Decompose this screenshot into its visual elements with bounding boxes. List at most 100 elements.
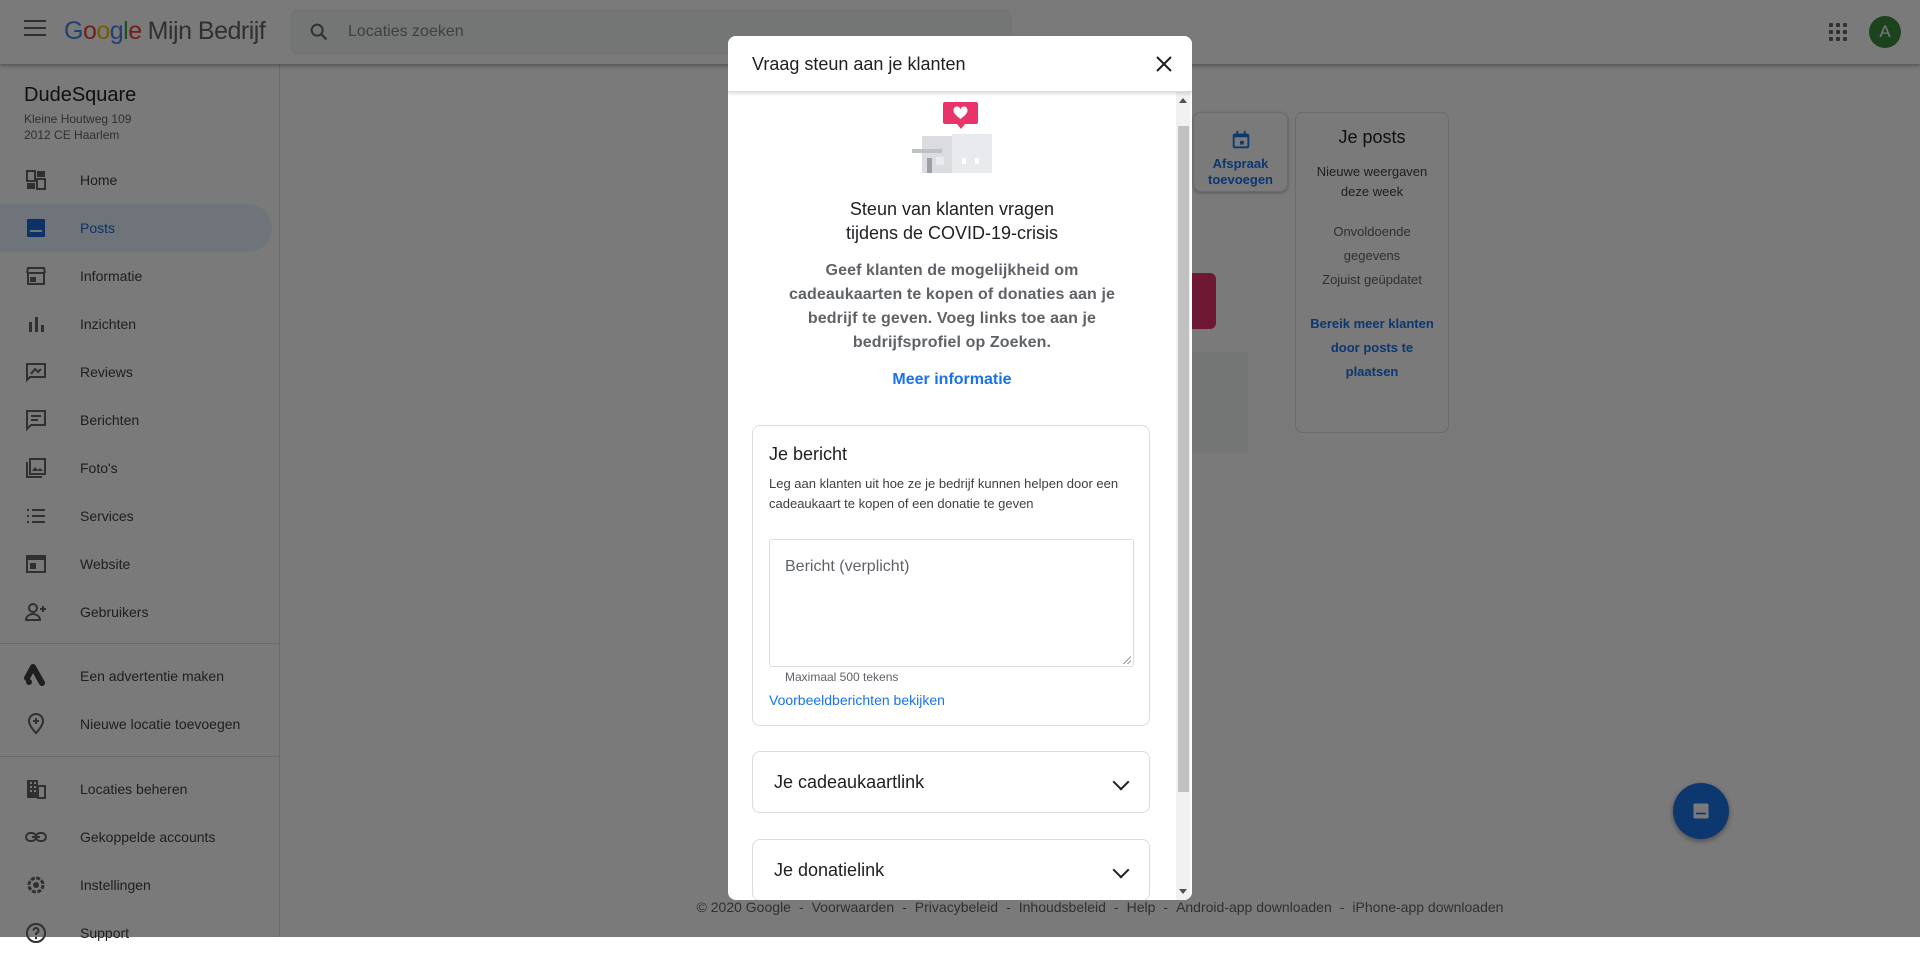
sidebar-item-label: Locaties beheren <box>80 781 188 797</box>
search-icon <box>310 23 328 41</box>
sidebar-item-een-advertentie-maken[interactable]: Een advertentie maken <box>0 652 272 700</box>
posts-card-updated: Zojuist geüpdatet <box>1322 272 1422 287</box>
posts-card-cta-link[interactable]: Bereik meer klanten door posts te plaats… <box>1306 312 1438 384</box>
posts-card-metric: Nieuwe weergaven deze week <box>1316 164 1428 199</box>
footer-link[interactable]: iPhone-app downloaden <box>1352 899 1503 915</box>
giftcard-link-section[interactable]: Je cadeaukaartlink <box>752 751 1150 813</box>
dialog-description: Geef klanten de mogelijkheid om cadeauka… <box>789 262 1115 351</box>
dialog-title: Vraag steun aan je klanten <box>752 54 966 74</box>
help-icon <box>26 923 46 943</box>
storefront-icon <box>26 267 46 285</box>
apps-grid-icon[interactable] <box>1829 23 1847 41</box>
sidebar-item-label: Support <box>80 925 130 941</box>
sidebar-item-label: Informatie <box>80 268 143 284</box>
buildings-icon <box>27 780 46 799</box>
message-card-description: Leg aan klanten uit hoe ze je bedrijf ku… <box>769 476 1119 511</box>
logo[interactable]: Google Mijn Bedrijf <box>64 17 266 46</box>
scroll-down-icon[interactable] <box>1179 889 1187 894</box>
footer-separator: - <box>798 899 804 915</box>
logo-google: Google <box>64 17 142 45</box>
sidebar-item-reviews[interactable]: Reviews <box>0 348 272 396</box>
close-icon[interactable] <box>1152 52 1176 76</box>
sidebar-item-label: Home <box>80 172 118 188</box>
giftcard-section-title: Je cadeaukaartlink <box>774 772 925 792</box>
sidebar-item-website[interactable]: Website <box>0 540 272 588</box>
message-card-title: Je bericht <box>769 444 848 464</box>
dashboard-icon <box>26 170 46 190</box>
sidebar-divider <box>0 643 280 644</box>
message-textarea[interactable]: Bericht (verplicht) <box>769 539 1134 667</box>
chevron-down-icon <box>1112 773 1130 791</box>
sidebar-item-label: Website <box>80 556 131 572</box>
dialog-scrollbar[interactable] <box>1176 92 1190 900</box>
footer-link[interactable]: Voorwaarden <box>812 899 895 915</box>
dialog-header: Vraag steun aan je klanten <box>728 36 1192 92</box>
footer-separator: - <box>1006 899 1011 915</box>
reviews-icon <box>26 363 46 383</box>
scrollbar-thumb[interactable] <box>1178 126 1189 792</box>
menu-icon[interactable] <box>24 20 46 38</box>
sidebar-item-label: Berichten <box>80 412 140 428</box>
posts-card-value: Onvoldoende gegevens <box>1333 224 1411 263</box>
sidebar-item-gekoppelde-accounts[interactable]: Gekoppelde accounts <box>0 813 272 861</box>
footer-separator: - <box>902 899 907 915</box>
sidebar-item-informatie[interactable]: Informatie <box>0 252 272 300</box>
footer-link[interactable]: Help <box>1127 899 1156 915</box>
dialog-body: Steun van klanten vragen tijdens de COVID… <box>728 92 1176 900</box>
footer: © 2020 Google - Voorwaarden - Privacybeleid -… <box>0 899 1920 915</box>
sidebar-item-label: Nieuwe locatie toevoegen <box>80 716 241 732</box>
donation-link-section[interactable]: Je donatielink <box>752 839 1150 900</box>
storefront-heart-illustration <box>912 102 992 173</box>
resize-handle-icon[interactable] <box>1123 656 1131 664</box>
footer-link[interactable]: Inhoudsbeleid <box>1019 899 1106 915</box>
sidebar-item-support[interactable]: Support <box>0 909 272 957</box>
footer-link[interactable]: Android-app downloaden <box>1176 899 1332 915</box>
scroll-up-icon[interactable] <box>1179 98 1187 103</box>
footer-link[interactable]: Privacybeleid <box>915 899 998 915</box>
google-ads-icon <box>24 664 45 686</box>
footer-separator: - <box>1163 899 1169 915</box>
sidebar-item-gebruikers[interactable]: Gebruikers <box>0 588 272 636</box>
posts-icon <box>1693 803 1709 819</box>
sidebar: DudeSquare Kleine Houtweg 109 2012 CE Ha… <box>0 64 280 943</box>
sidebar-item-posts[interactable]: Posts <box>0 204 272 252</box>
footer-link: © 2020 Google <box>696 899 791 915</box>
chevron-down-icon <box>1112 861 1130 879</box>
add-appointment-button[interactable]: Afspraak toevoegen <box>1193 112 1288 192</box>
sidebar-item-label: Services <box>80 508 134 524</box>
sidebar-item-locaties-beheren[interactable]: Locaties beheren <box>0 765 272 813</box>
list-icon <box>27 509 45 523</box>
sidebar-item-label: Een advertentie maken <box>80 668 224 684</box>
posts-icon <box>27 219 45 237</box>
sidebar-item-label: Posts <box>80 220 116 236</box>
avatar[interactable]: A <box>1869 16 1901 48</box>
business-address-line2: 2012 CE Haarlem <box>24 128 120 142</box>
website-icon <box>26 555 46 573</box>
sidebar-item-label: Instellingen <box>80 877 151 893</box>
support-dialog: Vraag steun aan je klanten Steun van kla… <box>728 36 1192 900</box>
business-info: DudeSquare Kleine Houtweg 109 2012 CE Ha… <box>24 84 136 143</box>
sidebar-item-services[interactable]: Services <box>0 492 272 540</box>
sidebar-item-inzichten[interactable]: Inzichten <box>0 300 272 348</box>
message-helper-text: Maximaal 500 tekens <box>785 670 899 684</box>
calendar-icon <box>1232 130 1249 149</box>
sidebar-item-nieuwe-locatie-toevoegen[interactable]: Nieuwe locatie toevoegen <box>0 700 272 748</box>
sidebar-item-home[interactable]: Home <box>0 156 272 204</box>
sidebar-item-label: Inzichten <box>80 316 137 332</box>
posts-card-title: Je posts <box>1338 127 1406 147</box>
heading-line2: tijdens de COVID-19-crisis <box>845 223 1059 243</box>
link-icon <box>25 832 47 842</box>
sidebar-item-foto-s[interactable]: Foto's <box>0 444 272 492</box>
footer-separator: - <box>1113 899 1119 915</box>
dialog-heading: Steun van klanten vragen tijdens de COVID… <box>728 197 1176 245</box>
sidebar-item-berichten[interactable]: Berichten <box>0 396 272 444</box>
create-post-fab[interactable] <box>1673 783 1729 839</box>
bar-chart-icon <box>29 317 44 332</box>
sidebar-item-label: Gekoppelde accounts <box>80 829 216 845</box>
business-address-line1: Kleine Houtweg 109 <box>24 112 132 126</box>
more-info-link[interactable]: Meer informatie <box>892 371 1011 389</box>
chat-icon <box>26 410 46 432</box>
sidebar-item-label: Foto's <box>80 460 118 476</box>
example-messages-link[interactable]: Voorbeeldberichten bekijken <box>769 692 945 708</box>
business-name: DudeSquare <box>24 84 137 106</box>
